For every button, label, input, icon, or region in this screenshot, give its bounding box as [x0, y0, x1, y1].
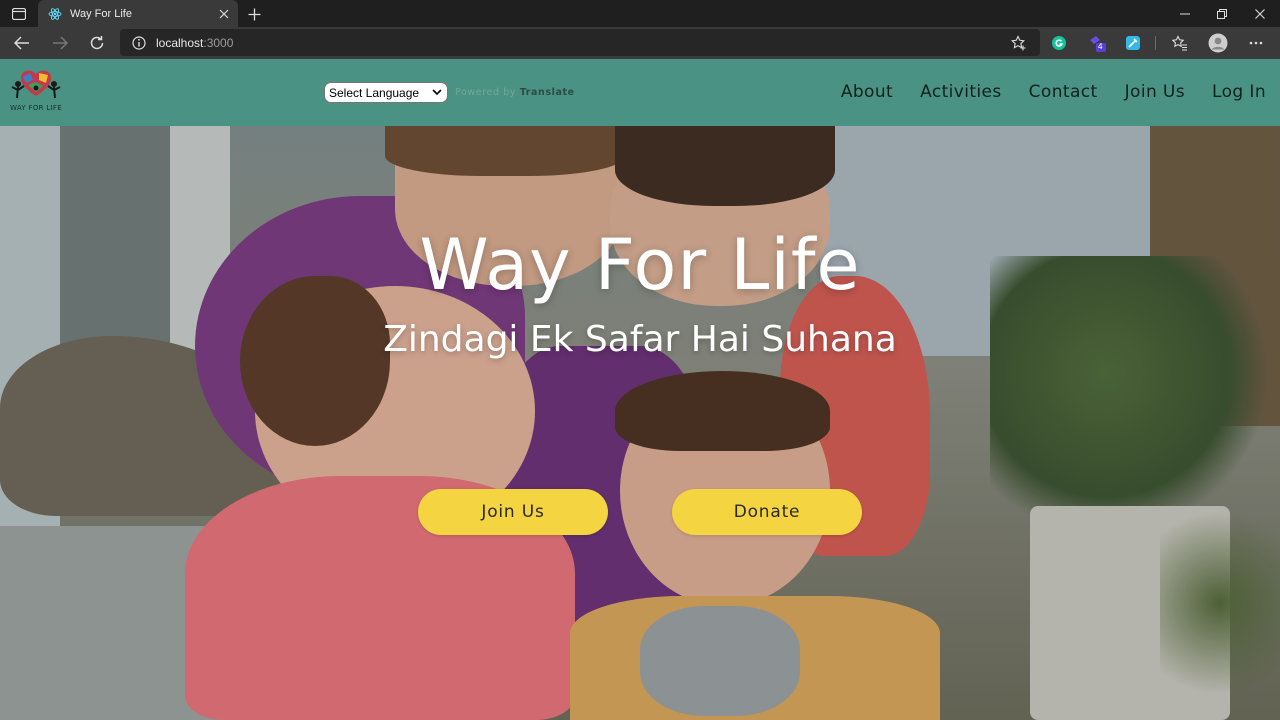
site-logo[interactable]: WAY FOR LIFE: [6, 68, 66, 116]
more-options-icon[interactable]: [1245, 32, 1267, 54]
logo-graphic-icon: [11, 70, 61, 99]
extension-badge-count: 4: [1098, 42, 1103, 51]
url-text: localhost:3000: [156, 35, 234, 50]
back-icon[interactable]: [10, 32, 34, 54]
nav-links: About Activities Contact Join Us Log In: [814, 82, 1266, 102]
hero-title: Way For Life: [419, 224, 861, 306]
browser-toolbar: localhost:3000 4: [0, 27, 1280, 59]
browser-tab-strip: Way For Life: [0, 0, 1280, 27]
grammarly-icon[interactable]: [1048, 32, 1070, 54]
hero-background-image: [0, 126, 1280, 720]
hero-subtitle: Zindagi Ek Safar Hai Suhana: [383, 319, 897, 360]
react-icon: [48, 7, 62, 21]
favorites-icon[interactable]: [1169, 32, 1191, 54]
nav-link-about[interactable]: About: [841, 82, 893, 102]
nav-link-activities[interactable]: Activities: [920, 82, 1002, 102]
language-select[interactable]: Select Language: [324, 82, 448, 103]
extension-badge-icon[interactable]: 4: [1086, 32, 1108, 54]
translate-link[interactable]: Translate: [520, 87, 575, 98]
close-tab-icon[interactable]: [216, 6, 232, 22]
minimize-icon[interactable]: [1167, 0, 1203, 27]
donate-button[interactable]: Donate: [672, 489, 862, 535]
tab-title: Way For Life: [70, 7, 132, 20]
extension-icon[interactable]: [1122, 32, 1144, 54]
language-select-value: Select Language: [329, 85, 420, 100]
forward-icon[interactable]: [48, 32, 72, 54]
chevron-down-icon: [431, 86, 443, 98]
powered-by-translate: Powered by Translate: [455, 87, 575, 98]
favorite-star-icon[interactable]: [1010, 34, 1028, 52]
hero-section: Way For Life Zindagi Ek Safar Hai Suhana…: [0, 126, 1280, 720]
maximize-icon[interactable]: [1204, 0, 1240, 27]
close-window-icon[interactable]: [1242, 0, 1278, 27]
nav-link-log-in[interactable]: Log In: [1212, 82, 1266, 102]
join-us-button[interactable]: Join Us: [418, 489, 608, 535]
profile-avatar-icon[interactable]: [1207, 32, 1229, 54]
refresh-icon[interactable]: [85, 32, 109, 54]
toolbar-separator: [1155, 36, 1156, 50]
address-bar[interactable]: localhost:3000: [120, 29, 1040, 56]
nav-link-join-us[interactable]: Join Us: [1125, 82, 1185, 102]
tab-actions-icon[interactable]: [9, 5, 29, 22]
web-page: WAY FOR LIFE Select Language Powered by …: [0, 59, 1280, 720]
new-tab-icon[interactable]: [244, 4, 264, 24]
site-navbar: WAY FOR LIFE Select Language Powered by …: [0, 59, 1280, 126]
logo-text: WAY FOR LIFE: [10, 104, 62, 112]
nav-link-contact[interactable]: Contact: [1029, 82, 1098, 102]
powered-by-label: Powered by: [455, 87, 517, 98]
info-icon[interactable]: [131, 35, 147, 51]
active-tab[interactable]: Way For Life: [38, 0, 238, 27]
